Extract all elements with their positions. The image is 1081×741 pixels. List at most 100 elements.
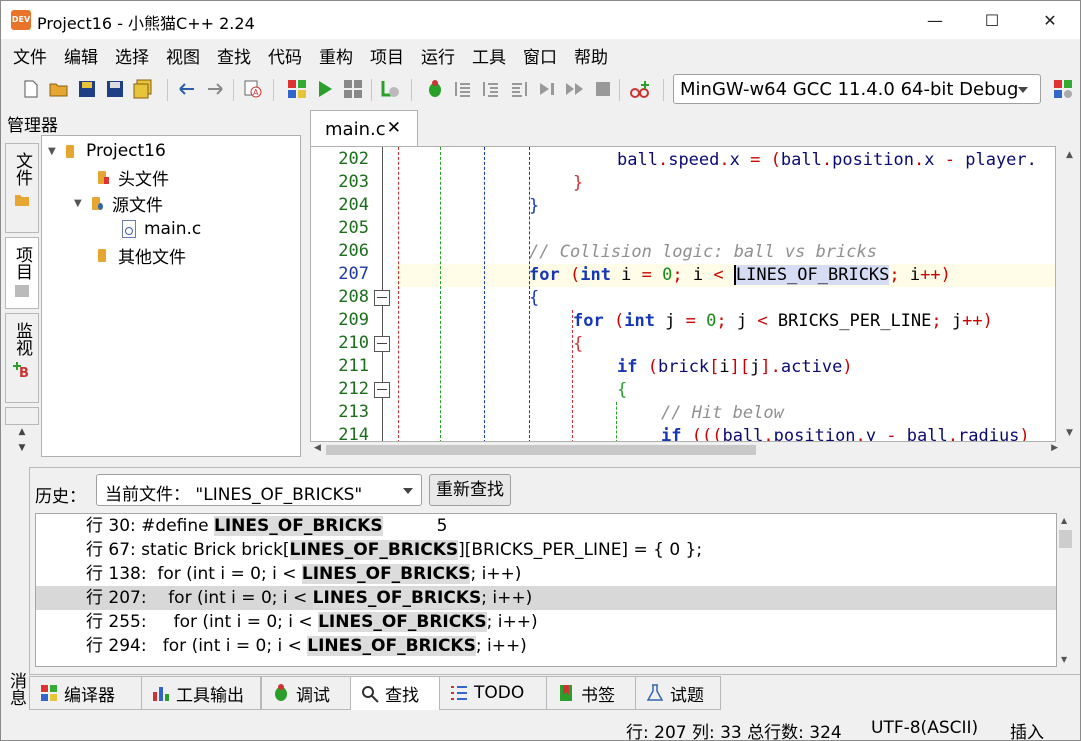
scroll-up-icon[interactable]: ▲	[1066, 150, 1073, 160]
ide-window: DEV Project16 - 小熊猫C++ 2.24 — ☐ ✕ 文件 编辑 …	[0, 0, 1081, 741]
tree-item-others[interactable]: 其他文件	[98, 242, 186, 268]
continue-icon[interactable]	[565, 79, 585, 99]
code-line-214: if (((ball.position.y - ball.radius)	[661, 426, 1030, 442]
search-result-row[interactable]: 行 138: for (int i = 0; i < LINES_OF_BRIC…	[36, 562, 1056, 586]
search-history-value: 当前文件： "LINES_OF_BRICKS"	[105, 485, 363, 505]
tab-bookmarks[interactable]: 书签	[546, 676, 636, 710]
scroll-down-icon[interactable]: ▼	[1066, 428, 1073, 438]
maximize-button[interactable]: ☐	[964, 1, 1020, 39]
search-result-row[interactable]: 行 255: for (int i = 0; i < LINES_OF_BRIC…	[36, 610, 1056, 634]
indent-guide	[484, 147, 485, 441]
add-watch-icon[interactable]	[629, 79, 649, 99]
search-result-row[interactable]: 行 67: static Brick brick[LINES_OF_BRICKS…	[36, 538, 1056, 562]
tab-files[interactable]: 文件	[5, 143, 39, 233]
close-window-button[interactable]: ✕	[1022, 1, 1078, 39]
scrollbar-thumb[interactable]	[1059, 530, 1072, 548]
tree-item-headers[interactable]: 头文件	[80, 164, 169, 190]
toolbar-separator	[619, 79, 620, 101]
run-icon[interactable]	[315, 79, 335, 99]
toolbar-separator	[167, 79, 168, 101]
fold-collapse-icon[interactable]	[374, 382, 390, 398]
rebuild-icon[interactable]	[381, 79, 401, 99]
minimize-button[interactable]: —	[907, 1, 963, 39]
menu-help[interactable]: 帮助	[574, 43, 608, 68]
undo-icon[interactable]	[177, 79, 197, 99]
chevron-down-icon[interactable]: ▼	[48, 146, 60, 157]
menu-find[interactable]: 查找	[217, 43, 251, 68]
editor-tab-main-c[interactable]: main.c ✕	[310, 110, 418, 146]
tab-problems[interactable]: 试题	[635, 676, 721, 710]
cursor-position: 行: 207 列: 33 总行数: 324	[626, 723, 842, 741]
fold-collapse-icon[interactable]	[374, 290, 390, 306]
line-number: 210	[338, 333, 369, 353]
search-result-row-selected[interactable]: 行 207: for (int i = 0; i < LINES_OF_BRIC…	[36, 586, 1056, 610]
format-code-icon[interactable]: A	[243, 79, 263, 99]
compile-icon[interactable]	[287, 79, 307, 99]
save-icon[interactable]	[77, 79, 97, 99]
tree-item-label: 头文件	[118, 169, 169, 190]
file-encoding[interactable]: UTF-8(ASCII)	[871, 718, 978, 738]
scrollbar-thumb[interactable]	[326, 445, 756, 455]
compiler-select[interactable]: MinGW-w64 GCC 11.4.0 64-bit Debug	[673, 74, 1041, 104]
step-out-icon[interactable]	[509, 79, 529, 99]
search-result-row[interactable]: 行 294: for (int i = 0; i < LINES_OF_BRIC…	[36, 634, 1056, 658]
tree-item-sources[interactable]: ▼ 源文件	[74, 190, 163, 216]
code-editor[interactable]: 202 203 204 205 206 207 208 209 210 211 …	[310, 146, 1056, 442]
editor-vertical-scrollbar[interactable]: ▲ ▼	[1062, 146, 1080, 442]
scroll-right-icon[interactable]: ▶	[1051, 443, 1058, 453]
save-all-icon[interactable]	[133, 79, 153, 99]
redo-icon[interactable]	[205, 79, 225, 99]
tree-item-main-c[interactable]: main.c	[122, 216, 201, 242]
research-button[interactable]: 重新查找	[429, 474, 511, 506]
menu-select[interactable]: 选择	[115, 43, 149, 68]
scroll-left-icon[interactable]: ◀	[314, 443, 321, 453]
open-folder-icon[interactable]	[49, 79, 69, 99]
tab-more[interactable]	[5, 407, 39, 425]
save-as-icon[interactable]	[105, 79, 125, 99]
results-scrollbar[interactable]: ▲ ▼	[1057, 514, 1074, 666]
fold-collapse-icon[interactable]	[374, 336, 390, 352]
tab-project[interactable]: 项目	[5, 237, 39, 309]
tab-watch[interactable]: 监视 B	[5, 313, 39, 403]
step-over-icon[interactable]	[453, 79, 473, 99]
compile-run-icon[interactable]	[343, 79, 363, 99]
menu-project[interactable]: 项目	[370, 43, 404, 68]
tabs-scroll-up-icon[interactable]: ▲	[7, 427, 37, 441]
tab-debug[interactable]: 调试	[261, 676, 351, 710]
debug-bug-icon[interactable]	[425, 79, 445, 99]
tab-todo[interactable]: TODO	[439, 676, 547, 710]
menu-edit[interactable]: 编辑	[64, 43, 98, 68]
line-number: 202	[338, 149, 369, 169]
editor-horizontal-scrollbar[interactable]: ◀ ▶	[310, 442, 1062, 458]
tab-find[interactable]: 查找	[350, 676, 440, 710]
tree-item-label: 源文件	[112, 195, 163, 216]
menu-code[interactable]: 代码	[268, 43, 302, 68]
new-file-icon[interactable]	[21, 79, 41, 99]
menu-refactor[interactable]: 重构	[319, 43, 353, 68]
tabs-scroll-down-icon[interactable]: ▼	[7, 443, 37, 457]
menu-file[interactable]: 文件	[13, 43, 47, 68]
tab-compiler[interactable]: 编译器	[29, 676, 151, 710]
step-into-icon[interactable]	[481, 79, 501, 99]
compiler-options-icon[interactable]	[1053, 79, 1073, 99]
indent-guide	[616, 402, 617, 441]
chevron-down-icon[interactable]: ▼	[74, 198, 86, 209]
menu-tools[interactable]: 工具	[472, 43, 506, 68]
stop-icon[interactable]	[593, 79, 613, 99]
tab-tool-output[interactable]: 工具输出	[141, 676, 261, 710]
line-number: 204	[338, 195, 369, 215]
scroll-up-icon[interactable]: ▲	[1061, 516, 1067, 525]
scroll-down-icon[interactable]: ▼	[1061, 655, 1067, 664]
run-to-cursor-icon[interactable]	[537, 79, 557, 99]
search-history-select[interactable]: 当前文件： "LINES_OF_BRICKS"	[96, 474, 422, 506]
menu-run[interactable]: 运行	[421, 43, 455, 68]
history-label: 历史：	[35, 487, 86, 507]
panel-splitter[interactable]	[1, 459, 1080, 467]
menu-window[interactable]: 窗口	[523, 43, 557, 68]
search-results-list[interactable]: 行 30: #define LINES_OF_BRICKS 5 行 67: st…	[35, 513, 1057, 667]
search-result-row[interactable]: 行 30: #define LINES_OF_BRICKS 5	[36, 514, 1056, 538]
indent-guide	[398, 147, 399, 441]
tree-item-project[interactable]: ▼ Project16	[48, 138, 166, 164]
menu-view[interactable]: 视图	[166, 43, 200, 68]
close-tab-icon[interactable]: ✕	[387, 118, 401, 138]
